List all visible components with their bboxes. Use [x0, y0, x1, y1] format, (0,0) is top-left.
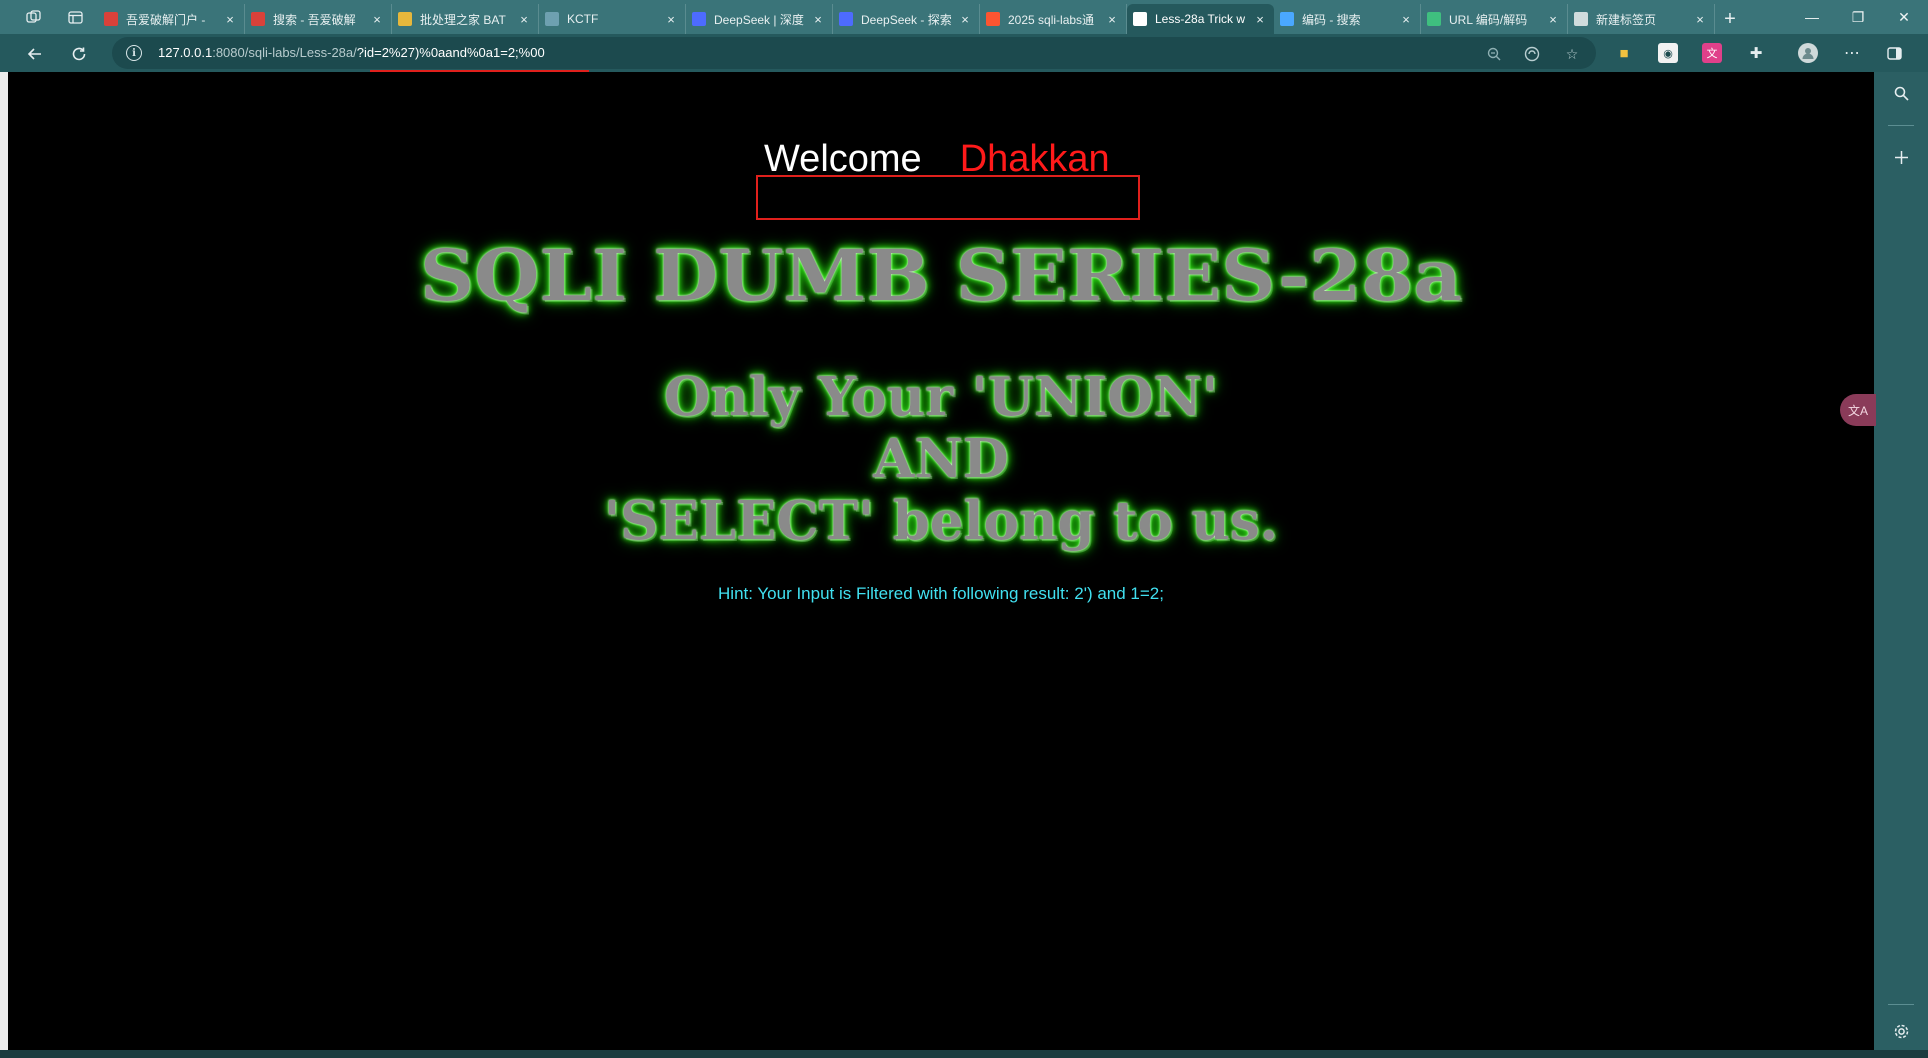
url-host: 127.0.0.1: [158, 45, 213, 60]
tab-title: 新建标签页: [1596, 12, 1657, 27]
favorite-star-icon[interactable]: ☆: [1563, 45, 1581, 63]
floating-translate-button[interactable]: 文A: [1840, 394, 1876, 426]
tab[interactable]: 2025 sqli-labs通 ×: [980, 4, 1127, 34]
tab-close-icon[interactable]: ×: [1398, 12, 1414, 27]
edge-sidebar: [1874, 72, 1928, 1058]
extension-robot-icon[interactable]: ◉: [1658, 43, 1678, 63]
whale-favicon-icon: [839, 12, 853, 26]
tab[interactable]: DeepSeek | 深度 ×: [686, 4, 833, 34]
tab[interactable]: 新建标签页 ×: [1568, 4, 1715, 34]
search-favicon-icon: [1280, 12, 1294, 26]
series-title: SQLI DUMB SERIES-28a: [420, 234, 1462, 317]
tab-title: DeepSeek | 深度: [714, 12, 804, 27]
new-tab-button[interactable]: +: [1715, 4, 1745, 34]
sidebar-bottom-divider: [1888, 1004, 1914, 1005]
sidebar-search-button[interactable]: [1886, 78, 1916, 108]
tab[interactable]: KCTF ×: [539, 4, 686, 34]
tab-close-icon[interactable]: ×: [222, 12, 238, 27]
user-name-text: Dhakkan: [959, 138, 1110, 180]
sidebar-add-button[interactable]: [1886, 142, 1916, 172]
tagline-line-3: 'SELECT' belong to us.: [603, 490, 1279, 552]
more-menu-icon[interactable]: ⋯: [1842, 43, 1862, 63]
tab-strip: 吾爱破解门户 - × 搜索 - 吾爱破解 × 批处理之家 BAT × KCTF × DeepSe…: [0, 0, 1928, 34]
minimize-icon: —: [1805, 9, 1819, 25]
tab[interactable]: 编码 - 搜索 ×: [1274, 4, 1421, 34]
refresh-button[interactable]: [66, 41, 92, 67]
tab[interactable]: 搜索 - 吾爱破解 ×: [245, 4, 392, 34]
tab[interactable]: DeepSeek - 探索 ×: [833, 4, 980, 34]
tab-title: 搜索 - 吾爱破解: [273, 12, 356, 27]
newtab-favicon-icon: [1574, 12, 1588, 26]
tab-title: DeepSeek - 探索: [861, 12, 952, 27]
tab-actions-icon[interactable]: [64, 6, 86, 28]
page-left-edge: [0, 72, 8, 1050]
read-aloud-icon[interactable]: [1523, 45, 1541, 63]
tab-title: 2025 sqli-labs通: [1008, 12, 1095, 27]
close-icon: ✕: [1898, 8, 1910, 25]
url-path: :8080/sqli-labs/Less-28a/: [212, 45, 357, 60]
tab[interactable]: 批处理之家 BAT ×: [392, 4, 539, 34]
back-button[interactable]: [22, 41, 48, 67]
tab-list: 吾爱破解门户 - × 搜索 - 吾爱破解 × 批处理之家 BAT × KCTF × DeepSe…: [98, 2, 1745, 34]
welcome-highlight-box: [756, 175, 1140, 220]
refresh-icon: [72, 47, 86, 61]
tab-close-icon[interactable]: ×: [516, 12, 532, 27]
profile-avatar[interactable]: [1798, 43, 1818, 63]
address-bar[interactable]: i 127.0.0.1:8080/sqli-labs/Less-28a/?id=…: [112, 37, 1596, 69]
tab-title: 吾爱破解门户 -: [126, 12, 206, 27]
tab-title: 编码 - 搜索: [1302, 12, 1361, 27]
tagline: Only Your 'UNION' AND 'SELECT' belong to…: [8, 366, 1874, 552]
tab-close-icon[interactable]: ×: [1545, 12, 1561, 27]
workspaces-icon[interactable]: [22, 6, 44, 28]
web-page: Welcome Dhakkan SQLI DUMB SERIES-28a Only…: [8, 72, 1874, 1050]
welcome-text: Welcome: [764, 138, 922, 180]
tab-title: KCTF: [567, 12, 599, 26]
tab-close-icon[interactable]: ×: [1104, 12, 1120, 27]
site-info-icon[interactable]: i: [126, 45, 142, 61]
tab-close-icon[interactable]: ×: [1692, 12, 1708, 27]
sidebar-toggle-icon[interactable]: [1884, 43, 1904, 63]
grid-favicon-icon: [104, 12, 118, 26]
tab-title: 批处理之家 BAT: [420, 12, 506, 27]
os-taskbar-edge: [0, 1050, 1928, 1058]
gear-icon: [1894, 1024, 1908, 1038]
grid-favicon-icon: [251, 12, 265, 26]
snowflake-favicon-icon: [545, 12, 559, 26]
tab-close-icon[interactable]: ×: [663, 12, 679, 27]
profile-icon: [1802, 48, 1814, 59]
tagline-line-1: Only Your 'UNION': [663, 366, 1219, 428]
address-url[interactable]: 127.0.0.1:8080/sqli-labs/Less-28a/?id=2%…: [158, 45, 545, 60]
close-window-button[interactable]: ✕: [1876, 0, 1928, 34]
tab-close-icon[interactable]: ×: [810, 12, 826, 27]
whale-favicon-icon: [692, 12, 706, 26]
tab[interactable]: URL 编码/解码 ×: [1421, 4, 1568, 34]
tab[interactable]: Less-28a Trick w ×: [1127, 4, 1274, 34]
browser-toolbar: i 127.0.0.1:8080/sqli-labs/Less-28a/?id=…: [0, 34, 1928, 102]
tab-close-icon[interactable]: ×: [1252, 12, 1268, 27]
search-icon: [1894, 86, 1909, 101]
extension-book-icon[interactable]: ■: [1614, 43, 1634, 63]
plus-icon: [1894, 150, 1908, 164]
translate-icon: 文A: [1847, 403, 1868, 418]
restore-icon: ❐: [1851, 8, 1865, 25]
tab-title: Less-28a Trick w: [1155, 12, 1246, 26]
tab-close-icon[interactable]: ×: [369, 12, 385, 27]
folder-favicon-icon: [398, 12, 412, 26]
filter-hint: Hint: Your Input is Filtered with follow…: [718, 584, 1164, 603]
sidebar-settings-button[interactable]: [1886, 1016, 1916, 1046]
back-arrow-icon: [27, 48, 41, 60]
sidebar-divider: [1888, 125, 1914, 126]
extensions-puzzle-icon[interactable]: ✚: [1746, 43, 1766, 63]
page-favicon-icon: [1133, 12, 1147, 26]
tab-title: URL 编码/解码: [1449, 12, 1528, 27]
csdn-favicon-icon: [986, 12, 1000, 26]
url-query: ?id=2%27)%0aand%0a1=2;%00: [356, 45, 545, 60]
tool-favicon-icon: [1427, 12, 1441, 26]
tab[interactable]: 吾爱破解门户 - ×: [98, 4, 245, 34]
tab-close-icon[interactable]: ×: [957, 12, 973, 27]
zoom-out-icon[interactable]: [1485, 45, 1503, 63]
tagline-line-2: AND: [873, 428, 1009, 490]
extension-translate-icon[interactable]: 文: [1702, 43, 1722, 63]
